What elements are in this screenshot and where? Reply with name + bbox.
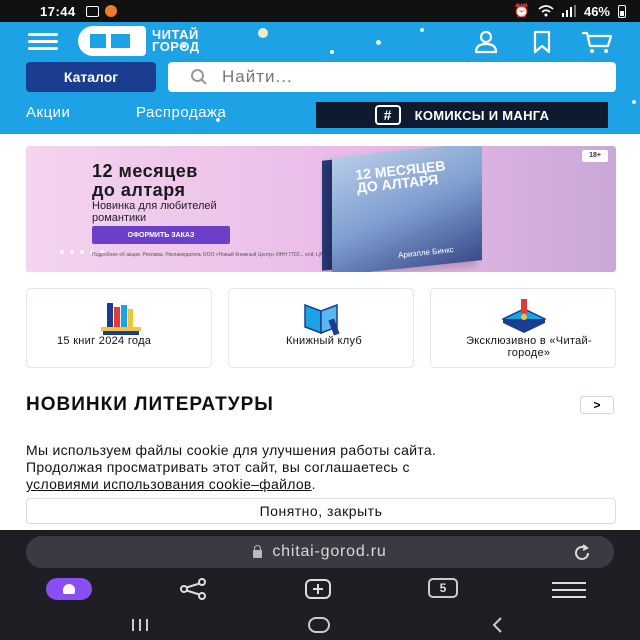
browser-menu-icon[interactable] — [552, 582, 586, 604]
feature-label: Эксклюзивно в «Читай-городе» — [466, 335, 592, 359]
site-logo[interactable]: ЧИТАЙ ГОРОД — [78, 26, 200, 56]
gallery-notification-icon — [85, 5, 99, 17]
cookie-accept-button[interactable]: Понятно, закрыть — [26, 498, 616, 524]
catalog-button[interactable]: Каталог — [26, 62, 156, 92]
battery-percent: 46% — [583, 3, 610, 19]
lock-icon — [253, 544, 263, 558]
back-icon[interactable] — [488, 616, 508, 634]
home-icon[interactable] — [306, 616, 332, 634]
promo-banner[interactable]: 12 месяцев до алтаря Новинка для любител… — [26, 146, 616, 272]
exclusive-book-icon — [501, 299, 547, 333]
section-title-new-books: НОВИНКИ ЛИТЕРАТУРЫ — [26, 394, 274, 415]
search-box[interactable] — [168, 62, 616, 92]
app-notification-icon — [104, 5, 117, 17]
cookie-period: . — [311, 476, 316, 492]
nav-link-promos[interactable]: Акции — [26, 104, 70, 121]
search-icon — [191, 69, 207, 85]
alice-assistant-icon[interactable] — [46, 578, 92, 600]
tabs-count-button[interactable]: 5 — [428, 578, 458, 598]
url-text: chitai-gorod.ru — [272, 543, 387, 560]
new-tab-icon[interactable] — [302, 578, 334, 600]
new-books-next-button[interactable]: > — [580, 396, 614, 414]
alarm-icon: ⏰ — [513, 3, 530, 18]
nav-link-sale[interactable]: Распродажа — [136, 104, 226, 121]
banner-subtitle-line1: Новинка для любителей — [92, 200, 217, 212]
menu-button[interactable] — [28, 33, 58, 50]
hashtag-icon: # — [374, 105, 401, 125]
wifi-icon — [538, 5, 554, 17]
recent-apps-icon[interactable] — [128, 616, 152, 634]
bookmarks-icon[interactable] — [528, 30, 556, 54]
open-book-icon — [304, 303, 340, 336]
profile-icon[interactable] — [472, 30, 500, 54]
feature-label: 15 книг 2024 года — [57, 335, 152, 347]
banner-title-line2: до алтаря — [92, 180, 186, 200]
feature-label: Книжный клуб — [285, 335, 363, 347]
logo-text-line2: ГОРОД — [152, 39, 200, 54]
banner-title-line1: 12 месяцев — [92, 161, 198, 181]
feature-card-book-club[interactable]: Книжный клуб — [228, 288, 414, 368]
cookie-text-line1: Мы используем файлы cookie для улучшения… — [26, 442, 437, 458]
banner-subtitle-line2: романтики — [92, 212, 147, 224]
browser-toolbar: chitai-gorod.ru 5 — [0, 530, 640, 640]
site-header: ЧИТАЙ ГОРОД Каталог Акции Распродажа # К… — [0, 22, 640, 134]
feature-card-books-2024[interactable]: 15 книг 2024 года — [26, 288, 212, 368]
age-rating-badge: 18+ — [582, 150, 608, 162]
address-bar[interactable]: chitai-gorod.ru — [26, 536, 614, 568]
feature-card-exclusive[interactable]: Эксклюзивно в «Читай-городе» — [430, 288, 616, 368]
cart-icon[interactable] — [580, 30, 614, 54]
comics-manga-label: КОМИКСЫ И МАНГА — [414, 107, 550, 123]
order-button[interactable]: ОФОРМИТЬ ЗАКАЗ — [92, 226, 230, 244]
search-input[interactable] — [222, 67, 602, 87]
comics-manga-button[interactable]: # КОМИКСЫ И МАНГА — [316, 102, 608, 128]
cookie-notice: Мы используем файлы cookie для улучшения… — [26, 442, 616, 493]
battery-icon — [618, 4, 626, 18]
signal-icon — [561, 5, 576, 17]
cookie-text-line2: Продолжая просматривать этот сайт, вы со… — [26, 459, 410, 475]
status-bar: 17:44 ⏰ 46% — [0, 0, 640, 22]
status-time: 17:44 — [40, 3, 76, 19]
logo-mark-icon — [78, 26, 146, 56]
books-stack-icon — [101, 303, 141, 335]
share-icon[interactable] — [176, 578, 210, 600]
reload-icon[interactable] — [572, 543, 592, 563]
cookie-policy-link[interactable]: условиями использования cookie–файлов — [26, 476, 312, 492]
